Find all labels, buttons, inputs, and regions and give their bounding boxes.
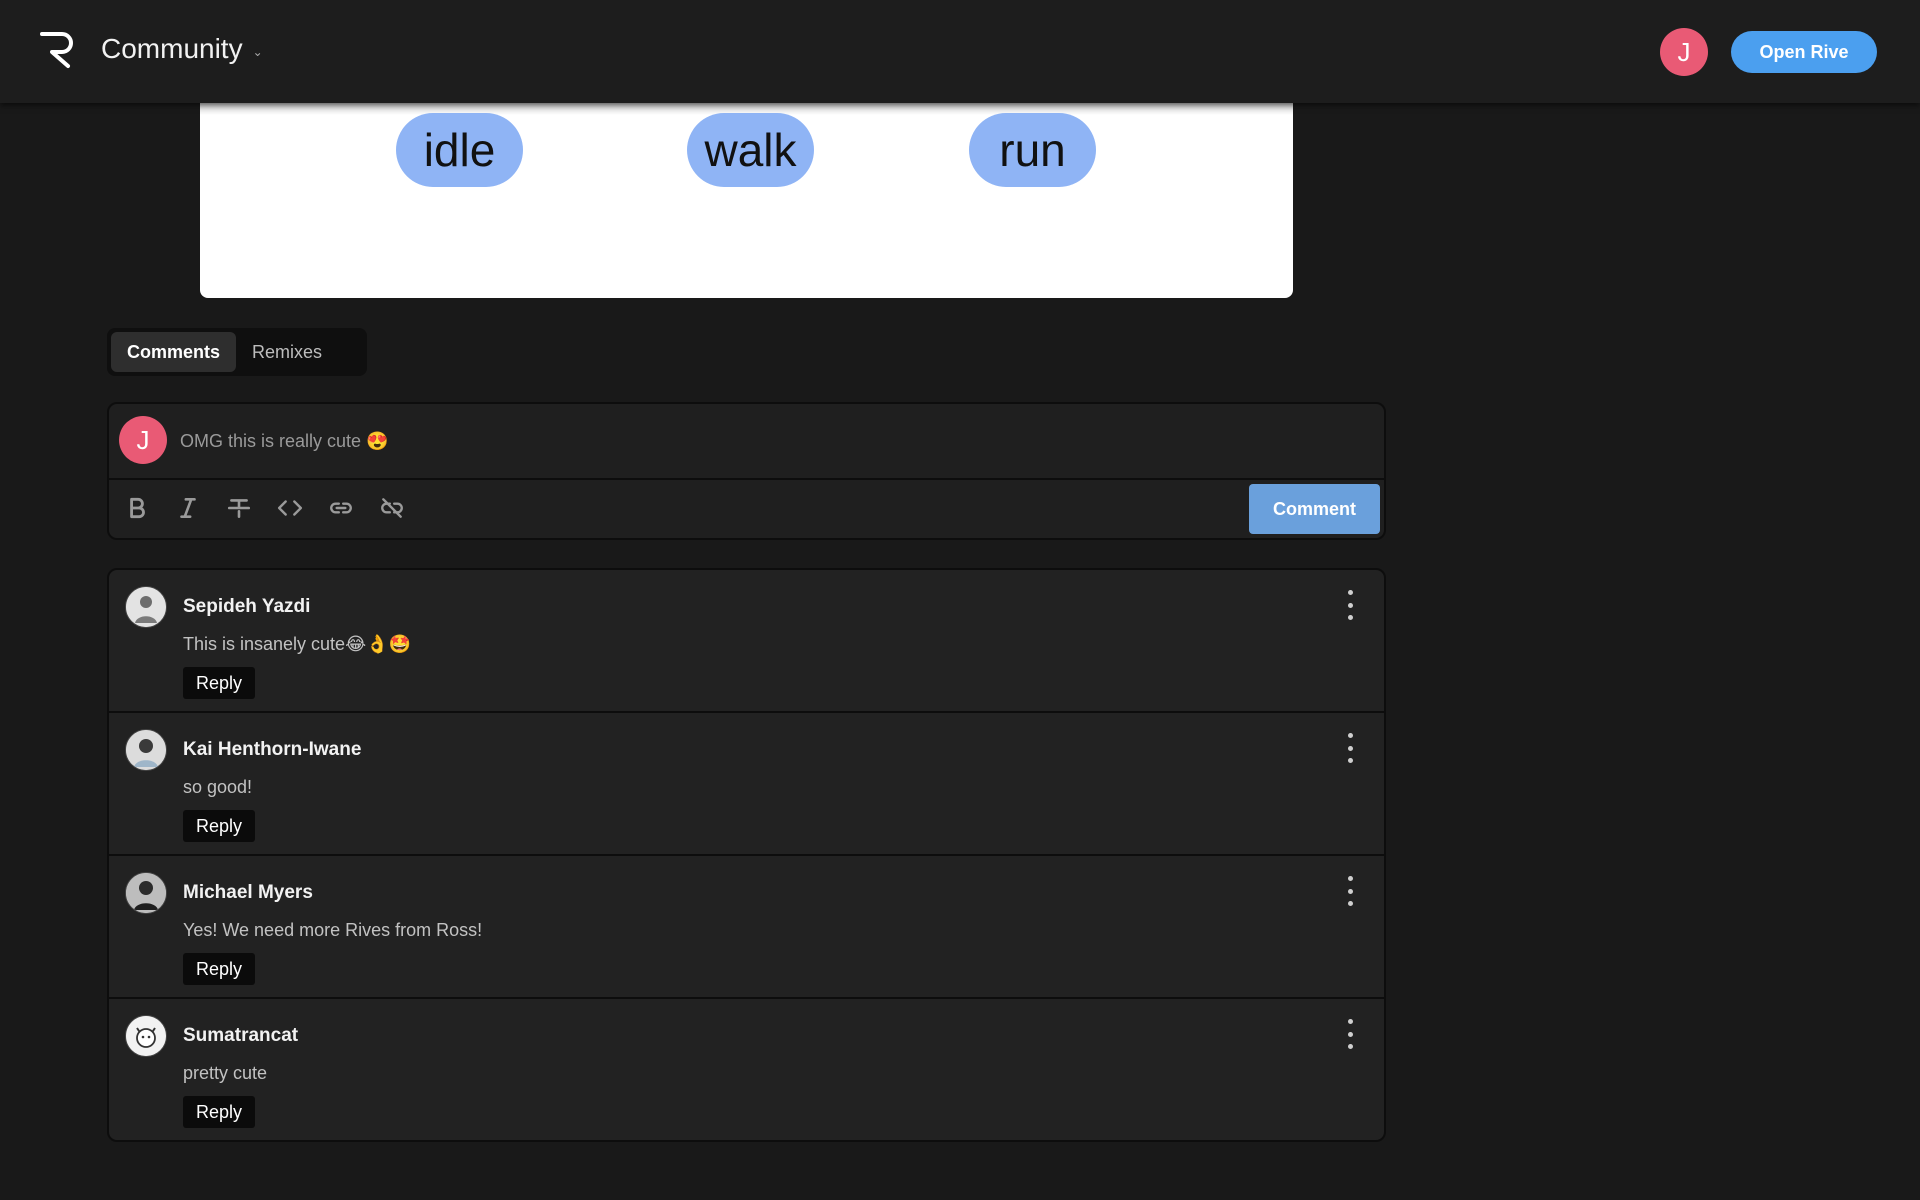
community-menu[interactable]: Community ⌄: [101, 33, 263, 65]
rive-logo-icon[interactable]: [38, 28, 80, 70]
state-run-button[interactable]: run: [969, 113, 1096, 187]
comments-tabs: Comments Remixes: [107, 328, 367, 376]
code-icon[interactable]: [274, 492, 306, 524]
animation-preview[interactable]: idle walk run: [200, 103, 1293, 298]
italic-icon[interactable]: [172, 492, 204, 524]
more-options-icon[interactable]: [1344, 590, 1356, 620]
divider: [109, 478, 1384, 480]
comment-author[interactable]: Kai Henthorn-Iwane: [183, 739, 361, 761]
comment-item: Sepideh Yazdi This is insanely cute😂👌🤩 R…: [109, 570, 1384, 713]
unlink-icon[interactable]: [376, 492, 408, 524]
comment-text: Yes! We need more Rives from Ross!: [183, 920, 483, 940]
tab-remixes[interactable]: Remixes: [236, 332, 338, 372]
reply-button[interactable]: Reply: [183, 953, 256, 985]
reply-button[interactable]: Reply: [183, 1096, 256, 1128]
comment-composer: J Comment: [107, 402, 1386, 540]
top-bar: Community ⌄ J Open Rive: [0, 0, 1920, 103]
comment-text: pretty cute: [183, 1063, 268, 1083]
chevron-down-icon: ⌄: [252, 45, 263, 59]
community-title: Community: [101, 33, 243, 64]
open-rive-button[interactable]: Open Rive: [1731, 31, 1877, 73]
state-walk-button[interactable]: walk: [687, 113, 814, 187]
link-icon[interactable]: [325, 492, 357, 524]
more-options-icon[interactable]: [1344, 876, 1356, 906]
comment-text: so good!: [183, 777, 253, 797]
more-options-icon[interactable]: [1344, 733, 1356, 763]
comment-input[interactable]: [178, 420, 1362, 462]
comment-list: Sepideh Yazdi This is insanely cute😂👌🤩 R…: [107, 568, 1386, 1142]
tab-comments[interactable]: Comments: [111, 332, 237, 372]
comment-text: This is insanely cute😂👌🤩: [183, 634, 411, 654]
commenter-avatar[interactable]: [125, 1015, 167, 1057]
avatar: J: [119, 416, 167, 464]
user-avatar[interactable]: J: [1660, 28, 1708, 76]
comment-submit-button[interactable]: Comment: [1249, 484, 1380, 534]
reply-button[interactable]: Reply: [183, 810, 256, 842]
comment-author[interactable]: Sumatrancat: [183, 1025, 298, 1047]
commenter-avatar[interactable]: [125, 586, 167, 628]
state-idle-button[interactable]: idle: [396, 113, 523, 187]
comment-author[interactable]: Michael Myers: [183, 882, 313, 904]
bold-icon[interactable]: [121, 492, 153, 524]
commenter-avatar[interactable]: [125, 872, 167, 914]
strikethrough-icon[interactable]: [223, 492, 255, 524]
commenter-avatar[interactable]: [125, 729, 167, 771]
more-options-icon[interactable]: [1344, 1019, 1356, 1049]
comment-author[interactable]: Sepideh Yazdi: [183, 596, 310, 618]
comment-item: Kai Henthorn-Iwane so good! Reply: [109, 713, 1384, 856]
reply-button[interactable]: Reply: [183, 667, 256, 699]
comment-item: Michael Myers Yes! We need more Rives fr…: [109, 856, 1384, 999]
format-toolbar: [121, 492, 408, 524]
comment-item: Sumatrancat pretty cute Reply: [109, 999, 1384, 1140]
